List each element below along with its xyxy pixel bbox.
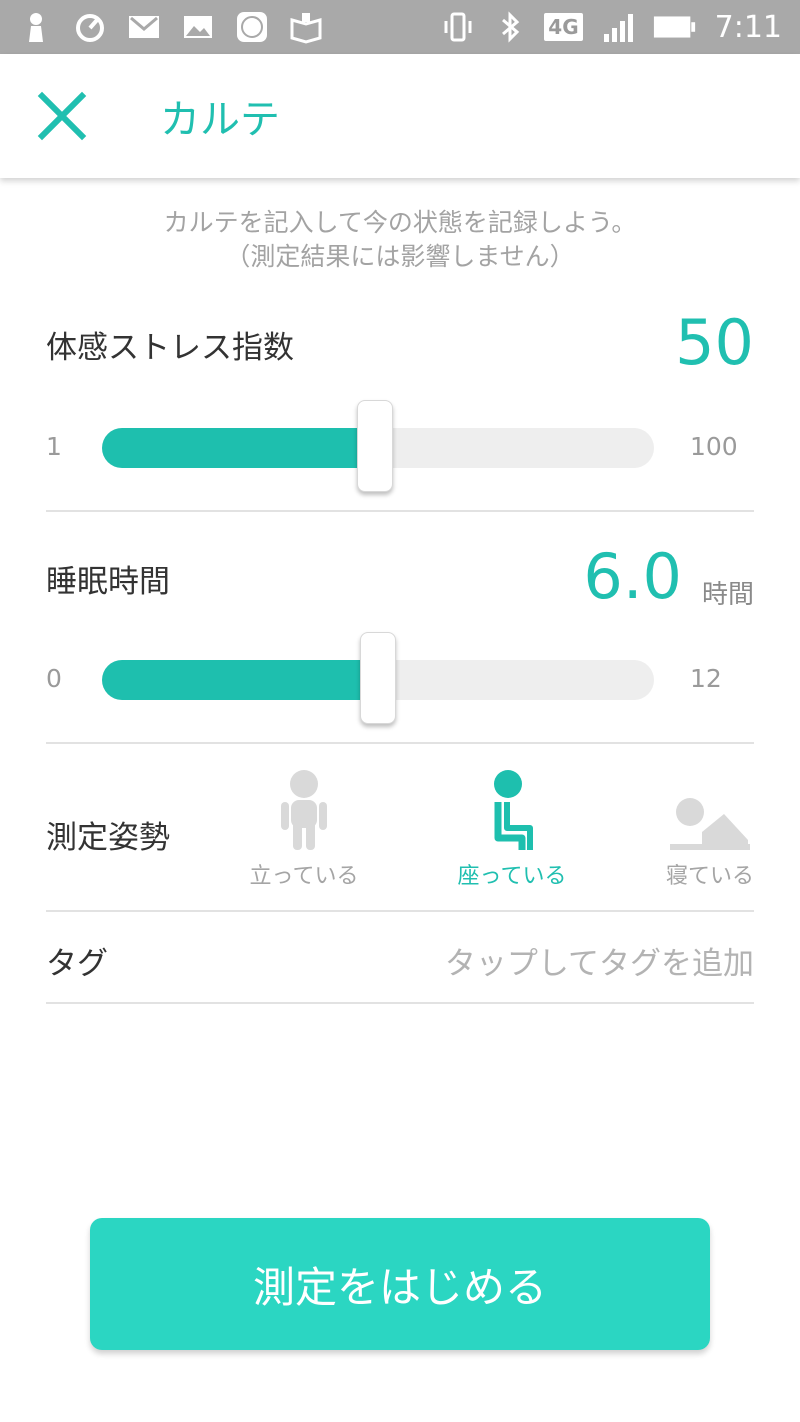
network-type-badge: 4G (544, 13, 583, 41)
add-tag-button[interactable]: タップしてタグを追加 (445, 938, 754, 983)
sleep-min-label: 0 (46, 664, 62, 693)
posture-label: 測定姿勢 (46, 820, 170, 856)
page-title: カルテ (160, 97, 280, 143)
tag-label: タグ (46, 946, 108, 982)
battery-icon (651, 9, 699, 45)
lying-person-icon (670, 798, 750, 850)
divider (46, 510, 754, 512)
bluetooth-icon (492, 9, 528, 45)
stress-label: 体感ストレス指数 (46, 330, 294, 366)
close-icon (37, 91, 87, 141)
posture-option-label: 寝ている (665, 864, 754, 889)
divider (46, 1002, 754, 1004)
gmail-icon (126, 9, 162, 45)
stress-min-label: 1 (46, 432, 62, 461)
status-bar-left (18, 9, 324, 45)
slider-thumb[interactable] (357, 400, 394, 492)
posture-option-sitting[interactable]: 座っている (452, 768, 572, 890)
person-icon (18, 9, 54, 45)
slider-fill (102, 660, 378, 700)
stress-slider[interactable] (102, 400, 654, 492)
status-bar-right: 4G 7:11 (440, 9, 782, 45)
posture-option-label: 立っている (249, 864, 359, 889)
intro-line-1: カルテを記入して今の状態を記録しよう。 (163, 208, 637, 237)
sleep-value: 6.0 (583, 540, 682, 613)
speedometer-icon (72, 9, 108, 45)
vibrate-icon (440, 9, 476, 45)
slider-fill (102, 428, 376, 468)
status-bar: 4G 7:11 (0, 0, 800, 54)
sleep-slider[interactable] (102, 632, 654, 724)
sleep-unit: 時間 (701, 580, 754, 610)
posture-option-standing[interactable]: 立っている (244, 768, 364, 890)
slider-thumb[interactable] (360, 632, 396, 724)
intro-line-2: （測定結果には影響しません） (225, 242, 575, 271)
intro-text: カルテを記入して今の状態を記録しよう。 （測定結果には影響しません） (0, 206, 800, 274)
posture-option-lying[interactable]: 寝ている (650, 768, 770, 890)
posture-option-label: 座っている (457, 864, 567, 889)
amazon-kindle-icon (288, 9, 324, 45)
signal-icon (599, 9, 635, 45)
status-time: 7:11 (714, 9, 782, 45)
divider (46, 910, 754, 912)
standing-person-icon (281, 770, 327, 850)
close-button[interactable] (26, 80, 98, 152)
stress-max-label: 100 (690, 432, 738, 461)
sitting-person-icon (494, 770, 533, 850)
mi-icon (234, 9, 270, 45)
stress-value: 50 (675, 306, 754, 379)
sleep-max-label: 12 (690, 664, 722, 693)
divider (46, 742, 754, 744)
app-bar: カルテ (0, 54, 800, 178)
image-icon (180, 9, 216, 45)
start-measurement-button[interactable]: 測定をはじめる (90, 1218, 710, 1350)
sleep-label: 睡眠時間 (46, 564, 170, 600)
